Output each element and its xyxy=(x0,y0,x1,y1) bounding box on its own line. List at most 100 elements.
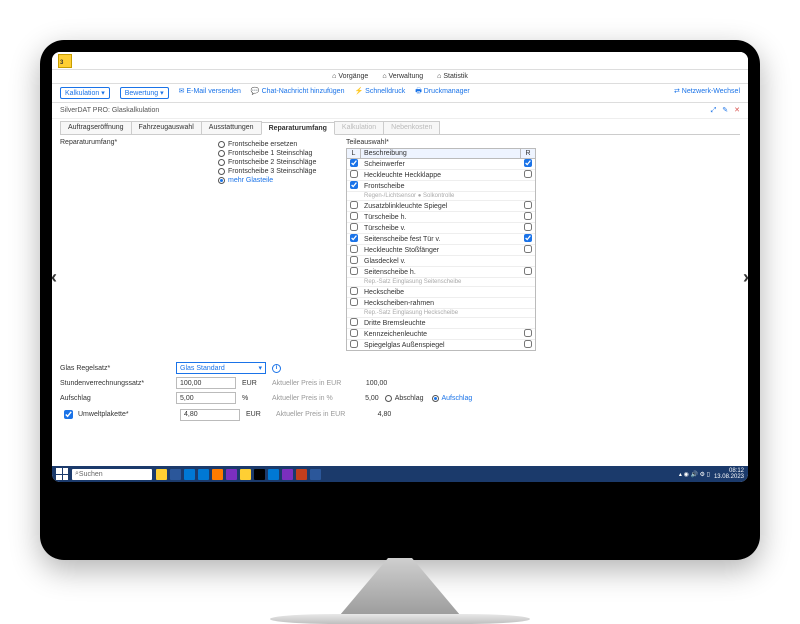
start-button[interactable] xyxy=(56,468,68,480)
taskbar-app-5[interactable] xyxy=(226,469,237,480)
row-l-7[interactable] xyxy=(350,234,358,242)
regelsatz-select[interactable]: Glas Standard▾ xyxy=(176,362,266,374)
taskbar-app-1[interactable] xyxy=(170,469,181,480)
row-l-0[interactable] xyxy=(350,159,358,167)
row-r-0[interactable] xyxy=(524,159,532,167)
taskbar-app-11[interactable] xyxy=(310,469,321,480)
col-desc[interactable]: Beschreibung xyxy=(361,149,521,158)
aufschlag-radio[interactable] xyxy=(432,395,439,402)
druckmanager-link[interactable]: 🖶 Druckmanager xyxy=(415,87,469,99)
taskbar-app-4[interactable] xyxy=(212,469,223,480)
row-txt-10: Seitenscheibe h. xyxy=(361,268,521,277)
row-txt-6: Türscheibe v. xyxy=(361,224,521,233)
tab-reparatur[interactable]: Reparaturumfang xyxy=(261,122,335,135)
row-l-2[interactable] xyxy=(350,181,358,189)
stunden-input[interactable]: 100,00 xyxy=(176,377,236,389)
taskbar-clock[interactable]: 08:1213.08.2023 xyxy=(714,468,744,480)
taskbar-app-7[interactable] xyxy=(254,469,265,480)
row-r-1[interactable] xyxy=(524,170,532,178)
taskbar-app-0[interactable] xyxy=(156,469,167,480)
taskbar-search[interactable]: ⌕ Suchen xyxy=(72,469,152,480)
taskbar-app-6[interactable] xyxy=(240,469,251,480)
stunden-unit: EUR xyxy=(242,380,266,387)
umwelt-hint: Aktueller Preis in EUR xyxy=(276,411,345,418)
row-txt-4: Zusatzblinkleuchte Spiegel xyxy=(361,202,521,211)
kalkulation-dropdown[interactable]: Kalkulation ▾ xyxy=(60,87,110,99)
rep-radio-label-2: Frontscheibe 2 Steinschläge xyxy=(228,159,316,166)
table-row: Heckleuchte Heckklappe xyxy=(347,170,535,181)
prev-slide-button[interactable]: ‹ xyxy=(52,267,57,288)
row-l-17[interactable] xyxy=(350,340,358,348)
regelsatz-label: Glas Regelsatz* xyxy=(60,365,170,372)
umwelt-checkbox[interactable] xyxy=(64,410,73,419)
aufschlag-hint: Aktueller Preis in % xyxy=(272,395,333,402)
tab-auftrag[interactable]: Auftragseröffnung xyxy=(60,121,132,134)
row-l-12[interactable] xyxy=(350,287,358,295)
rep-radio-3[interactable] xyxy=(218,168,225,175)
delete-icon[interactable]: ✕ xyxy=(734,107,740,114)
table-row: Heckscheiben-rahmen xyxy=(347,298,535,309)
windows-taskbar: ⌕ Suchen ▴ ◉ 🔊 ⚙ ▯ 08:1213.08.2023 xyxy=(52,466,748,482)
abschlag-radio[interactable] xyxy=(385,395,392,402)
taskbar-app-8[interactable] xyxy=(268,469,279,480)
taskbar-app-10[interactable] xyxy=(296,469,307,480)
tab-kalkulation[interactable]: Kalkulation xyxy=(334,121,384,134)
tab-fahrzeug[interactable]: Fahrzeugauswahl xyxy=(131,121,202,134)
edit-icon[interactable]: ✎ xyxy=(722,107,728,114)
row-r-5[interactable] xyxy=(524,212,532,220)
row-l-9[interactable] xyxy=(350,256,358,264)
row-l-8[interactable] xyxy=(350,245,358,253)
umwelt-input[interactable]: 4,80 xyxy=(180,409,240,421)
rep-radio-4[interactable] xyxy=(218,177,225,184)
rep-radio-0[interactable] xyxy=(218,141,225,148)
row-r-4[interactable] xyxy=(524,201,532,209)
nav-vorgaenge[interactable]: Vorgänge xyxy=(332,73,368,80)
stunden-current: 100,00 xyxy=(347,380,387,387)
row-l-10[interactable] xyxy=(350,267,358,275)
row-r-17[interactable] xyxy=(524,340,532,348)
row-l-6[interactable] xyxy=(350,223,358,231)
row-txt-12: Heckscheibe xyxy=(361,288,521,297)
email-link[interactable]: ✉ E-Mail versenden xyxy=(179,87,241,99)
expand-icon[interactable]: ⤢ xyxy=(711,107,717,114)
row-r-8[interactable] xyxy=(524,245,532,253)
row-l-5[interactable] xyxy=(350,212,358,220)
stunden-hint: Aktueller Preis in EUR xyxy=(272,380,341,387)
taskbar-app-2[interactable] xyxy=(184,469,195,480)
row-l-15[interactable] xyxy=(350,318,358,326)
nav-verwaltung[interactable]: Verwaltung xyxy=(382,73,423,80)
tab-ausstattung[interactable]: Ausstattungen xyxy=(201,121,262,134)
tray-icons[interactable]: ▴ ◉ 🔊 ⚙ ▯ xyxy=(679,471,710,478)
row-l-16[interactable] xyxy=(350,329,358,337)
row-l-4[interactable] xyxy=(350,201,358,209)
row-l-1[interactable] xyxy=(350,170,358,178)
taskbar-app-3[interactable] xyxy=(198,469,209,480)
row-l-13[interactable] xyxy=(350,298,358,306)
row-txt-8: Heckleuchte Stoßfänger xyxy=(361,246,521,255)
action-bar: Kalkulation ▾ Bewertung ▾ ✉ E-Mail verse… xyxy=(52,84,748,103)
aufschlag-opt-label: Aufschlag xyxy=(442,395,473,402)
aufschlag-input[interactable]: 5,00 xyxy=(176,392,236,404)
nav-statistik[interactable]: Statistik xyxy=(437,73,468,80)
info-icon[interactable]: i xyxy=(272,364,281,373)
row-r-7[interactable] xyxy=(524,234,532,242)
taskbar-app-9[interactable] xyxy=(282,469,293,480)
bewertung-dropdown[interactable]: Bewertung ▾ xyxy=(120,87,169,99)
row-sub-11: Rep.-Satz Einglasung Seitenscheibe xyxy=(361,278,521,286)
top-nav: Vorgänge Verwaltung Statistik xyxy=(52,70,748,84)
rep-radio-1[interactable] xyxy=(218,150,225,157)
col-r[interactable]: R xyxy=(521,149,535,158)
row-txt-7: Seitenscheibe fest Tür v. xyxy=(361,235,521,244)
netzwerk-link[interactable]: ⇄ Netzwerk-Wechsel xyxy=(674,87,740,99)
next-slide-button[interactable]: › xyxy=(743,267,748,288)
row-r-16[interactable] xyxy=(524,329,532,337)
tab-nebenkosten[interactable]: Nebenkosten xyxy=(383,121,440,134)
table-row: Rep.-Satz Einglasung Heckscheibe xyxy=(347,309,535,318)
rep-radio-2[interactable] xyxy=(218,159,225,166)
row-r-6[interactable] xyxy=(524,223,532,231)
row-r-10[interactable] xyxy=(524,267,532,275)
schnelldruck-link[interactable]: ⚡ Schnelldruck xyxy=(354,87,405,99)
col-l[interactable]: L xyxy=(347,149,361,158)
chat-link[interactable]: 💬 Chat-Nachricht hinzufügen xyxy=(251,87,345,99)
row-txt-13: Heckscheiben-rahmen xyxy=(361,299,521,308)
